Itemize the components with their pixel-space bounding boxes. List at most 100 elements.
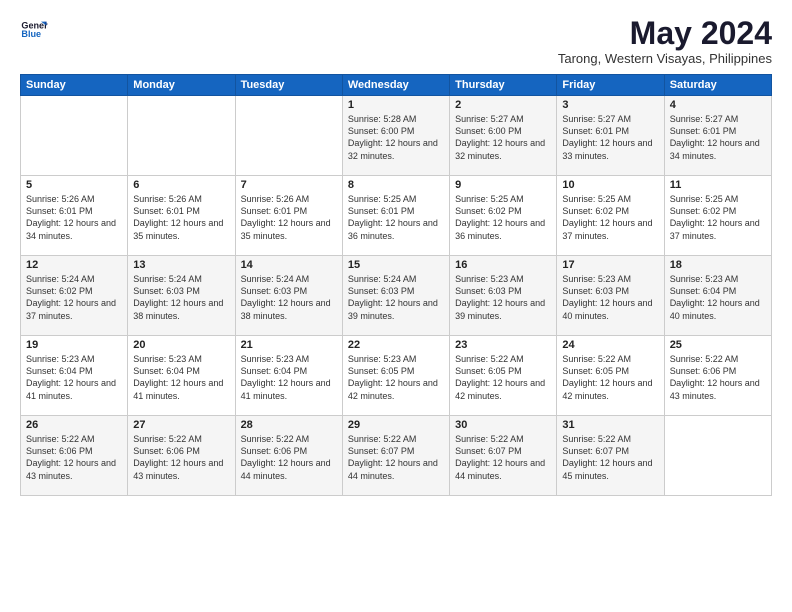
- day-number: 7: [241, 179, 337, 191]
- day-info: Sunrise: 5:22 AMSunset: 6:06 PMDaylight:…: [670, 353, 766, 402]
- col-thursday: Thursday: [450, 75, 557, 96]
- table-row: 1Sunrise: 5:28 AMSunset: 6:00 PMDaylight…: [342, 96, 449, 176]
- day-info: Sunrise: 5:24 AMSunset: 6:02 PMDaylight:…: [26, 273, 122, 322]
- day-info: Sunrise: 5:26 AMSunset: 6:01 PMDaylight:…: [133, 193, 229, 242]
- col-monday: Monday: [128, 75, 235, 96]
- day-number: 15: [348, 259, 444, 271]
- day-number: 20: [133, 339, 229, 351]
- day-number: 14: [241, 259, 337, 271]
- day-number: 6: [133, 179, 229, 191]
- day-number: 24: [562, 339, 658, 351]
- day-number: 29: [348, 419, 444, 431]
- col-friday: Friday: [557, 75, 664, 96]
- day-number: 5: [26, 179, 122, 191]
- header: General Blue May 2024 Tarong, Western Vi…: [20, 16, 772, 66]
- calendar-week-row: 12 Sunrise: 5:24 AMSunset: 6:02 PMDayligh…: [21, 256, 772, 336]
- day-number: 4: [670, 99, 766, 111]
- day-number: 25: [670, 339, 766, 351]
- day-number: 16: [455, 259, 551, 271]
- table-row: 29Sunrise: 5:22 AMSunset: 6:07 PMDayligh…: [342, 416, 449, 496]
- location-text: Tarong, Western Visayas, Philippines: [558, 51, 772, 66]
- table-row: [21, 96, 128, 176]
- col-wednesday: Wednesday: [342, 75, 449, 96]
- table-row: 12 Sunrise: 5:24 AMSunset: 6:02 PMDayligh…: [21, 256, 128, 336]
- table-row: 2 Sunrise: 5:27 AMSunset: 6:00 PMDaylight…: [450, 96, 557, 176]
- day-info: Sunrise: 5:23 AMSunset: 6:04 PMDaylight:…: [26, 353, 122, 402]
- day-info: Sunrise: 5:22 AMSunset: 6:07 PMDaylight:…: [455, 433, 551, 482]
- svg-text:Blue: Blue: [21, 29, 41, 39]
- col-sunday: Sunday: [21, 75, 128, 96]
- table-row: 13 Sunrise: 5:24 AMSunset: 6:03 PMDayligh…: [128, 256, 235, 336]
- table-row: 14 Sunrise: 5:24 AMSunset: 6:03 PMDayligh…: [235, 256, 342, 336]
- table-row: 30Sunrise: 5:22 AMSunset: 6:07 PMDayligh…: [450, 416, 557, 496]
- calendar-table: Sunday Monday Tuesday Wednesday Thursday…: [20, 74, 772, 496]
- calendar-week-row: 5 Sunrise: 5:26 AMSunset: 6:01 PMDaylight…: [21, 176, 772, 256]
- col-saturday: Saturday: [664, 75, 771, 96]
- table-row: [235, 96, 342, 176]
- day-number: 2: [455, 99, 551, 111]
- table-row: 26 Sunrise: 5:22 AMSunset: 6:06 PMDayligh…: [21, 416, 128, 496]
- table-row: 28Sunrise: 5:22 AMSunset: 6:06 PMDayligh…: [235, 416, 342, 496]
- day-number: 3: [562, 99, 658, 111]
- day-info: Sunrise: 5:27 AMSunset: 6:01 PMDaylight:…: [562, 113, 658, 162]
- calendar-page: General Blue May 2024 Tarong, Western Vi…: [0, 0, 792, 612]
- table-row: 23 Sunrise: 5:22 AMSunset: 6:05 PMDayligh…: [450, 336, 557, 416]
- title-block: May 2024 Tarong, Western Visayas, Philip…: [558, 16, 772, 66]
- table-row: 16 Sunrise: 5:23 AMSunset: 6:03 PMDayligh…: [450, 256, 557, 336]
- table-row: 17 Sunrise: 5:23 AMSunset: 6:03 PMDayligh…: [557, 256, 664, 336]
- day-info: Sunrise: 5:23 AMSunset: 6:05 PMDaylight:…: [348, 353, 444, 402]
- day-info: Sunrise: 5:23 AMSunset: 6:04 PMDaylight:…: [670, 273, 766, 322]
- table-row: 19 Sunrise: 5:23 AMSunset: 6:04 PMDayligh…: [21, 336, 128, 416]
- day-info: Sunrise: 5:22 AMSunset: 6:06 PMDaylight:…: [26, 433, 122, 482]
- day-info: Sunrise: 5:24 AMSunset: 6:03 PMDaylight:…: [241, 273, 337, 322]
- day-info: Sunrise: 5:23 AMSunset: 6:03 PMDaylight:…: [455, 273, 551, 322]
- day-info: Sunrise: 5:22 AMSunset: 6:05 PMDaylight:…: [455, 353, 551, 402]
- day-info: Sunrise: 5:25 AMSunset: 6:02 PMDaylight:…: [670, 193, 766, 242]
- day-info: Sunrise: 5:22 AMSunset: 6:07 PMDaylight:…: [562, 433, 658, 482]
- day-info: Sunrise: 5:25 AMSunset: 6:01 PMDaylight:…: [348, 193, 444, 242]
- day-info: Sunrise: 5:27 AMSunset: 6:00 PMDaylight:…: [455, 113, 551, 162]
- day-info: Sunrise: 5:25 AMSunset: 6:02 PMDaylight:…: [562, 193, 658, 242]
- day-info: Sunrise: 5:22 AMSunset: 6:05 PMDaylight:…: [562, 353, 658, 402]
- day-info: Sunrise: 5:23 AMSunset: 6:04 PMDaylight:…: [133, 353, 229, 402]
- day-number: 21: [241, 339, 337, 351]
- day-number: 8: [348, 179, 444, 191]
- table-row: 22 Sunrise: 5:23 AMSunset: 6:05 PMDayligh…: [342, 336, 449, 416]
- day-info: Sunrise: 5:24 AMSunset: 6:03 PMDaylight:…: [133, 273, 229, 322]
- day-number: 26: [26, 419, 122, 431]
- day-number: 22: [348, 339, 444, 351]
- table-row: 27Sunrise: 5:22 AMSunset: 6:06 PMDayligh…: [128, 416, 235, 496]
- day-number: 12: [26, 259, 122, 271]
- day-number: 28: [241, 419, 337, 431]
- day-number: 9: [455, 179, 551, 191]
- table-row: 24 Sunrise: 5:22 AMSunset: 6:05 PMDayligh…: [557, 336, 664, 416]
- day-info: Sunrise: 5:23 AMSunset: 6:04 PMDaylight:…: [241, 353, 337, 402]
- day-info: Sunrise: 5:24 AMSunset: 6:03 PMDaylight:…: [348, 273, 444, 322]
- table-row: 5 Sunrise: 5:26 AMSunset: 6:01 PMDaylight…: [21, 176, 128, 256]
- table-row: 21 Sunrise: 5:23 AMSunset: 6:04 PMDayligh…: [235, 336, 342, 416]
- day-number: 23: [455, 339, 551, 351]
- day-info: Sunrise: 5:26 AMSunset: 6:01 PMDaylight:…: [26, 193, 122, 242]
- calendar-week-row: 19 Sunrise: 5:23 AMSunset: 6:04 PMDayligh…: [21, 336, 772, 416]
- day-info: Sunrise: 5:27 AMSunset: 6:01 PMDaylight:…: [670, 113, 766, 162]
- calendar-week-row: 1Sunrise: 5:28 AMSunset: 6:00 PMDaylight…: [21, 96, 772, 176]
- day-number: 18: [670, 259, 766, 271]
- day-number: 27: [133, 419, 229, 431]
- day-number: 10: [562, 179, 658, 191]
- table-row: 18 Sunrise: 5:23 AMSunset: 6:04 PMDayligh…: [664, 256, 771, 336]
- day-number: 13: [133, 259, 229, 271]
- table-row: [128, 96, 235, 176]
- day-number: 17: [562, 259, 658, 271]
- day-info: Sunrise: 5:23 AMSunset: 6:03 PMDaylight:…: [562, 273, 658, 322]
- col-tuesday: Tuesday: [235, 75, 342, 96]
- table-row: 7Sunrise: 5:26 AMSunset: 6:01 PMDaylight…: [235, 176, 342, 256]
- table-row: 9Sunrise: 5:25 AMSunset: 6:02 PMDaylight…: [450, 176, 557, 256]
- table-row: 20 Sunrise: 5:23 AMSunset: 6:04 PMDayligh…: [128, 336, 235, 416]
- logo-icon: General Blue: [20, 16, 48, 44]
- day-info: Sunrise: 5:28 AMSunset: 6:00 PMDaylight:…: [348, 113, 444, 162]
- table-row: 10 Sunrise: 5:25 AMSunset: 6:02 PMDayligh…: [557, 176, 664, 256]
- day-number: 19: [26, 339, 122, 351]
- logo: General Blue: [20, 16, 48, 44]
- header-row: Sunday Monday Tuesday Wednesday Thursday…: [21, 75, 772, 96]
- table-row: 6 Sunrise: 5:26 AMSunset: 6:01 PMDaylight…: [128, 176, 235, 256]
